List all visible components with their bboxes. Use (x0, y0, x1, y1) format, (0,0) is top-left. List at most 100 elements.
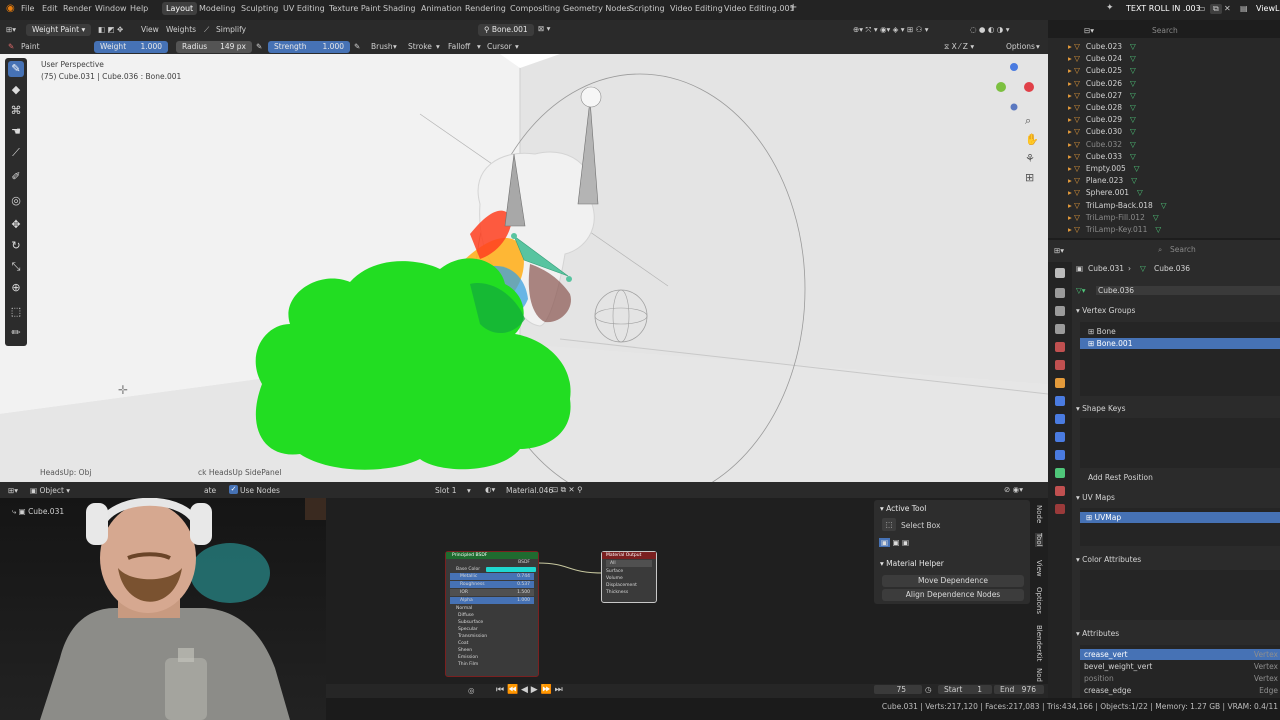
alpha-slider[interactable]: Alpha 1.000 (450, 597, 534, 604)
mesh-data-icon[interactable]: ▽ (1130, 115, 1136, 124)
outliner-item[interactable]: ▸ ▽ Cube.028 ▽ (1068, 102, 1136, 114)
grid-view-icon[interactable]: ⊞ (1025, 171, 1034, 184)
tab-view[interactable]: View (1035, 560, 1043, 577)
mesh-data-icon[interactable]: ▽ (1130, 54, 1136, 63)
material-name[interactable]: Material.046 (506, 486, 553, 495)
vertex-groups-header[interactable]: ▾ Vertex Groups (1076, 306, 1135, 315)
output-tab-icon[interactable] (1055, 306, 1065, 316)
roughness-slider[interactable]: Roughness 0.537 (450, 581, 534, 588)
object-tab-icon[interactable] (1055, 378, 1065, 388)
bsdf-panel-row[interactable]: Subsurface (446, 619, 538, 626)
outliner-item[interactable]: ▸ ▽ Cube.027 ▽ (1068, 90, 1136, 102)
tab-nod[interactable]: Nod (1035, 668, 1043, 682)
mesh-data-icon[interactable]: ▽ (1161, 201, 1167, 210)
menu-window[interactable]: Window (95, 4, 127, 13)
current-frame-field[interactable]: 75 (874, 685, 922, 694)
list-item[interactable]: bevel_weight_vert Vertex (1080, 661, 1280, 672)
falloff-menu[interactable]: Falloff (448, 42, 470, 51)
outliner-search-input[interactable]: Search (1152, 26, 1178, 35)
align-dependence-nodes-button[interactable]: Align Dependence Nodes (882, 589, 1024, 601)
ior-field[interactable]: IOR 1.500 (450, 589, 534, 596)
mesh-data-icon[interactable]: ▽ (1155, 225, 1161, 234)
output-target-dropdown[interactable]: All (606, 560, 652, 567)
editor-type-icon[interactable]: ⊞▾ (8, 486, 18, 495)
outliner-item[interactable]: ▸ ▽ Cube.033 ▽ (1068, 151, 1136, 163)
menu-edit[interactable]: Edit (42, 4, 58, 13)
record-icon[interactable]: ◎ (468, 686, 475, 695)
select-box-tool-icon[interactable]: ⬚ (882, 518, 896, 531)
mesh-data-icon[interactable]: ▽ (1130, 42, 1136, 51)
zoom-icon[interactable]: ⌕ (1025, 114, 1031, 128)
volume-socket[interactable]: Volume (602, 575, 656, 582)
menu-render[interactable]: Render (63, 4, 91, 13)
outliner-item[interactable]: ▸ ▽ Cube.030 ▽ (1068, 126, 1136, 138)
view-layer-tab-icon[interactable] (1055, 324, 1065, 334)
radius-pressure-icon[interactable]: ✎ (256, 42, 262, 51)
scene-tab-icon[interactable] (1055, 342, 1065, 352)
texture-tab-icon[interactable] (1055, 504, 1065, 514)
outliner-item[interactable]: ▸ ▽ Plane.023 ▽ (1068, 175, 1137, 187)
outliner-item[interactable]: ▸ ▽ Cube.024 ▽ (1068, 53, 1136, 65)
constraints-tab-icon[interactable] (1055, 450, 1065, 460)
bsdf-panel-row[interactable]: Diffuse (446, 612, 538, 619)
modifier-tab-icon[interactable] (1055, 396, 1065, 406)
bsdf-panel-row[interactable]: Specular (446, 626, 538, 633)
bone-clear-icon[interactable]: ⊠ ▾ (538, 24, 550, 33)
attributes-header[interactable]: ▾ Attributes (1076, 629, 1119, 638)
blur-brush-icon[interactable]: ◆ (8, 82, 24, 98)
list-item[interactable]: position Vertex (1080, 673, 1280, 684)
breadcrumb-mesh[interactable]: Cube.036 (1154, 264, 1190, 273)
mesh-data-icon[interactable]: ▽ (1130, 103, 1136, 112)
color-attributes-header[interactable]: ▾ Color Attributes (1076, 555, 1141, 564)
uv-maps-header[interactable]: ▾ UV Maps (1076, 493, 1115, 502)
workspace-tab-uv-editing[interactable]: UV Editing (283, 4, 325, 13)
properties-search-input[interactable]: Search (1170, 245, 1196, 254)
tool-tab-icon[interactable] (1055, 268, 1065, 278)
list-item[interactable]: ⊞ Bone (1084, 326, 1280, 337)
material-actions-icons[interactable]: ⊡ ⧉ ✕ ⚲ (552, 485, 583, 495)
material-browse-icon[interactable]: ◐▾ (485, 485, 495, 494)
stroke-menu[interactable]: Stroke (408, 42, 432, 51)
camera-view-icon[interactable]: ⚘ (1025, 152, 1035, 165)
mesh-name-field[interactable]: Cube.036 (1096, 286, 1280, 295)
gradient-tool-icon[interactable]: ✐ (8, 169, 24, 185)
view-layer-name[interactable]: ViewL (1256, 4, 1279, 13)
bsdf-output-socket[interactable]: BSDF (446, 559, 538, 566)
material-output-node[interactable]: Material Output All Surface Volume Displ… (601, 551, 657, 603)
outliner-item[interactable]: ▸ ▽ Sphere.001 ▽ (1068, 187, 1143, 199)
add-workspace-button[interactable]: + (789, 2, 797, 13)
end-frame-field[interactable]: End 976 (994, 685, 1044, 694)
tab-blenderkit[interactable]: BlenderKit (1035, 625, 1043, 661)
surface-socket[interactable]: Surface (602, 568, 656, 575)
editor-type-icon[interactable]: ⊞▾ (6, 25, 16, 34)
select-mode-buttons[interactable]: ▣ ▣ ▣ (879, 538, 909, 547)
workspace-tab-geometry-nodes[interactable]: Geometry Nodes (563, 4, 630, 13)
clock-icon[interactable]: ◷ (925, 685, 932, 694)
mirror-axis-icons[interactable]: ⧖ X ⁄ Z ▾ (944, 42, 974, 52)
workspace-tab-shading[interactable]: Shading (383, 4, 416, 13)
tab-node[interactable]: Node (1035, 505, 1043, 523)
base-color-swatch[interactable] (486, 567, 536, 572)
displacement-socket[interactable]: Displacement (602, 582, 656, 589)
snap-overlay-icons[interactable]: ⊘ ◉▾ (1004, 485, 1023, 494)
move-dependence-button[interactable]: Move Dependence (882, 575, 1024, 587)
scene-close-icon[interactable]: ✕ (1224, 4, 1231, 13)
list-item-selected[interactable]: crease_vert Vertex (1080, 649, 1280, 660)
outliner-item[interactable]: ▸ ▽ TriLamp-Back.018 ▽ (1068, 200, 1167, 212)
outliner-item[interactable]: ▸ ▽ Cube.023 ▽ (1068, 41, 1136, 53)
rotate-tool-icon[interactable]: ↻ (8, 238, 24, 254)
simplify-label[interactable]: Simplify (216, 25, 246, 34)
physics-tab-icon[interactable] (1055, 432, 1065, 442)
mesh-data-tab-icon[interactable] (1055, 468, 1065, 478)
normal-socket[interactable]: Normal (446, 605, 538, 612)
outliner-item[interactable]: ▸ ▽ Empty.005 ▽ (1068, 163, 1140, 175)
options-menu[interactable]: Options (1006, 42, 1035, 51)
workspace-tab-layout[interactable]: Layout (162, 2, 198, 15)
breadcrumb-object[interactable]: Cube.031 (1088, 264, 1124, 273)
mesh-data-icon[interactable]: ▽ (1130, 127, 1136, 136)
start-frame-field[interactable]: Start 1 (938, 685, 992, 694)
workspace-tab-rendering[interactable]: Rendering (465, 4, 506, 13)
scale-tool-icon[interactable]: ⤡ (8, 259, 24, 275)
shading-mode-icons[interactable]: ◌ ● ◐ ◑ ▾ (970, 25, 1009, 34)
weight-field[interactable]: Weight 1.000 (94, 41, 168, 53)
